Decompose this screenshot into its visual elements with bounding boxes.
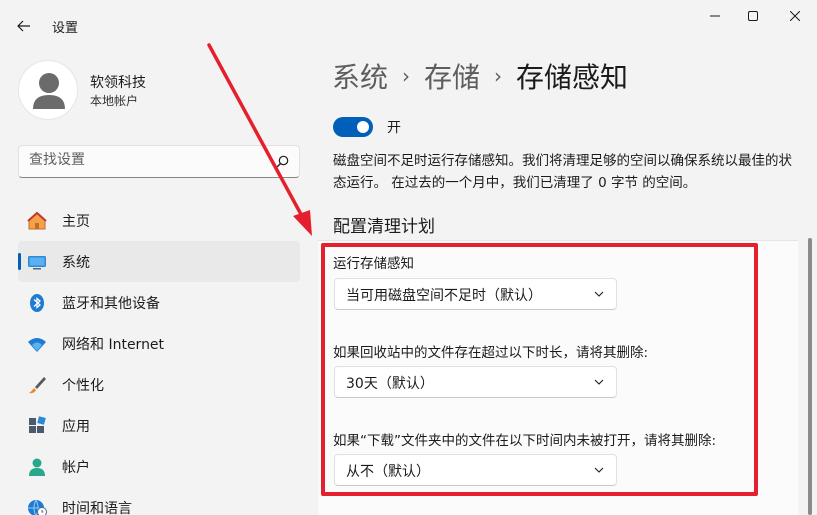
- settings-window: 设置 软领科技 本地帐户 查找设置 主页 系统 蓝牙和其他设备 网络和 Inte…: [0, 0, 817, 515]
- sidebar-item-label: 网络和 Internet: [62, 336, 165, 353]
- run-storage-sense-dropdown[interactable]: 当可用磁盘空间不足时（默认）: [334, 278, 617, 310]
- storage-sense-toggle-row: 开: [333, 117, 401, 137]
- toggle-knob: [357, 121, 369, 133]
- apps-icon: [26, 415, 48, 437]
- system-icon: [26, 251, 48, 273]
- active-indicator: [18, 253, 21, 270]
- sidebar-item-home[interactable]: 主页: [18, 200, 300, 241]
- run-storage-sense-label: 运行存储感知: [333, 256, 414, 272]
- chevron-down-icon: [594, 379, 604, 385]
- sidebar-item-network[interactable]: 网络和 Internet: [18, 323, 300, 364]
- recycle-bin-label: 如果回收站中的文件存在超过以下时长，请将其删除:: [333, 345, 649, 361]
- breadcrumb: 系统 › 存储 › 存储感知: [332, 56, 628, 96]
- dropdown-value: 从不（默认）: [346, 464, 430, 480]
- sidebar-nav: 主页 系统 蓝牙和其他设备 网络和 Internet 个性化 应用 帐户 时间和…: [18, 200, 300, 515]
- downloads-folder-dropdown[interactable]: 从不（默认）: [334, 454, 617, 486]
- breadcrumb-separator: ›: [494, 64, 503, 88]
- sidebar-item-label: 应用: [62, 418, 90, 435]
- sidebar-item-apps[interactable]: 应用: [18, 405, 300, 446]
- account-icon: [26, 456, 48, 478]
- maximize-icon: [748, 11, 758, 21]
- scrollbar[interactable]: [808, 238, 812, 515]
- sidebar-item-label: 时间和语言: [62, 500, 132, 515]
- section-heading: 配置清理计划: [333, 217, 435, 237]
- breadcrumb-system[interactable]: 系统: [332, 56, 388, 96]
- user-profile[interactable]: 软领科技 本地帐户: [18, 60, 278, 120]
- sidebar-item-system[interactable]: 系统: [18, 241, 300, 282]
- brush-icon: [26, 374, 48, 396]
- sidebar-item-time-language[interactable]: 时间和语言: [18, 487, 300, 515]
- search-input[interactable]: [29, 152, 269, 168]
- close-button[interactable]: [780, 6, 810, 26]
- sidebar-item-label: 个性化: [62, 377, 104, 394]
- sidebar-item-label: 系统: [62, 254, 90, 271]
- sidebar-item-bluetooth[interactable]: 蓝牙和其他设备: [18, 282, 300, 323]
- globe-clock-icon: [26, 497, 48, 515]
- sidebar-item-personalization[interactable]: 个性化: [18, 364, 300, 405]
- dropdown-value: 30天（默认）: [346, 376, 434, 392]
- breadcrumb-separator: ›: [402, 64, 411, 88]
- downloads-folder-label: 如果“下载”文件夹中的文件在以下时间内未被打开，请将其删除:: [333, 433, 717, 449]
- back-arrow-icon: [17, 20, 30, 32]
- chevron-down-icon: [594, 467, 604, 473]
- home-icon: [26, 210, 48, 232]
- wifi-icon: [26, 333, 48, 355]
- breadcrumb-storage[interactable]: 存储: [424, 56, 480, 96]
- user-name: 软领科技: [90, 75, 146, 91]
- minimize-button[interactable]: [700, 6, 730, 26]
- user-avatar-icon: [33, 73, 65, 109]
- back-button[interactable]: [10, 12, 38, 40]
- account-type: 本地帐户: [90, 94, 139, 108]
- search-box[interactable]: [18, 145, 300, 178]
- avatar: [18, 60, 78, 120]
- toggle-state-label: 开: [387, 120, 401, 136]
- maximize-button[interactable]: [738, 6, 768, 26]
- sidebar-item-label: 主页: [62, 213, 90, 230]
- sidebar-item-accounts[interactable]: 帐户: [18, 446, 300, 487]
- page-title: 存储感知: [516, 61, 629, 94]
- sidebar-item-label: 帐户: [62, 459, 90, 476]
- storage-sense-description: 磁盘空间不足时运行存储感知。我们将清理足够的空间以确保系统以最佳的状态运行。 在…: [333, 153, 792, 191]
- chevron-down-icon: [594, 291, 604, 297]
- close-icon: [790, 11, 800, 21]
- bluetooth-icon: [26, 292, 48, 314]
- title-bar: 设置: [0, 0, 817, 48]
- search-icon[interactable]: [275, 155, 289, 169]
- minimize-icon: [710, 15, 720, 17]
- app-title: 设置: [52, 21, 79, 36]
- dropdown-value: 当可用磁盘空间不足时（默认）: [346, 288, 542, 304]
- sidebar-item-label: 蓝牙和其他设备: [62, 295, 160, 312]
- storage-sense-toggle[interactable]: [333, 117, 373, 137]
- recycle-bin-dropdown[interactable]: 30天（默认）: [334, 366, 617, 398]
